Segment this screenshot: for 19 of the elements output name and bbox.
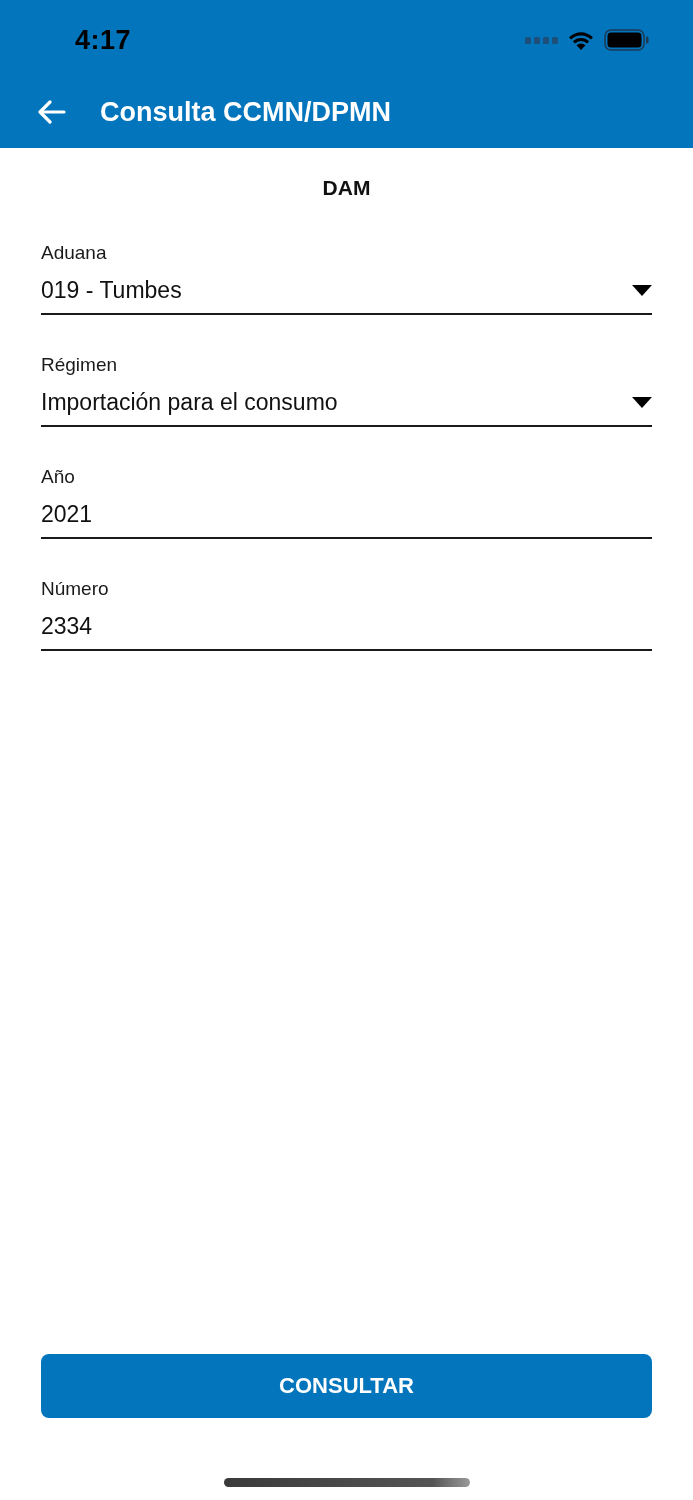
caret-icon (632, 396, 652, 408)
input-field[interactable]: 2334 (41, 609, 652, 651)
caret-icon (632, 284, 652, 296)
signal-icon (525, 36, 558, 44)
field-label: Aduana (41, 241, 108, 265)
dropdown-field[interactable]: Importación para el consumo (41, 385, 652, 427)
back-arrow-icon (38, 100, 66, 124)
dropdown-field[interactable]: 019 - Tumbes (41, 273, 652, 315)
status-time: 4:17 (75, 24, 132, 56)
battery-icon (604, 29, 649, 51)
field-label: Régimen (41, 353, 119, 377)
screen-title: Consulta CCMN/DPMN (100, 96, 391, 128)
field-label: Año (41, 465, 76, 489)
wifi-icon (568, 30, 594, 50)
input-field[interactable]: 2021 (41, 497, 652, 539)
section-title: DAM (322, 176, 371, 200)
back-button[interactable] (38, 98, 66, 126)
consult-button[interactable]: CONSULTAR (41, 1354, 652, 1418)
field-label: Número (41, 577, 110, 601)
